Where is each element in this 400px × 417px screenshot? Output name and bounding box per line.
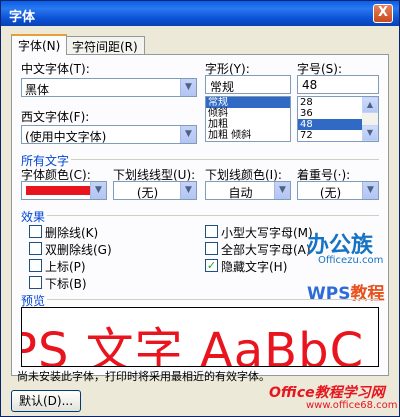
preview-box: PS 文字 AaBbC: [21, 307, 379, 367]
section-effects: 效果: [21, 210, 46, 224]
watermark-bottom-site: www.office68.com: [306, 400, 398, 411]
chinese-font-select[interactable]: 黑体 ▼: [21, 78, 197, 97]
font-missing-hint: 尚未安装此字体，打印时将采用最相近的有效字体。: [17, 370, 270, 383]
scroll-down-icon[interactable]: ▼: [362, 125, 378, 141]
list-item[interactable]: 常规: [206, 97, 290, 108]
underline-color-select[interactable]: 自动 ▼: [205, 181, 291, 200]
divider: [47, 215, 379, 216]
close-button[interactable]: X: [373, 4, 393, 23]
list-item[interactable]: 加粗 倾斜: [206, 130, 290, 141]
chevron-down-icon[interactable]: ▼: [180, 126, 196, 143]
small-caps-label[interactable]: 小型大写字母(M): [221, 224, 313, 241]
subscript-checkbox[interactable]: [29, 276, 42, 289]
subscript-label[interactable]: 下标(B): [45, 275, 87, 292]
list-item[interactable]: 倾斜: [206, 108, 290, 119]
underline-color-value: 自动: [228, 186, 253, 200]
font-style-list[interactable]: 常规 倾斜 加粗 加粗 倾斜: [205, 96, 291, 142]
double-strikethrough-label[interactable]: 双删除线(G): [45, 241, 112, 258]
underline-style-value: (无): [136, 186, 159, 200]
strikethrough-label[interactable]: 删除线(K): [45, 224, 98, 241]
title-bar: 字体 X: [1, 1, 399, 26]
font-size-input[interactable]: 48: [297, 75, 379, 94]
hidden-text-checkbox[interactable]: ✓: [205, 259, 218, 272]
watermark-bottom-title: Office教程学习网: [269, 385, 385, 401]
watermark-wps-b: 教程: [350, 284, 385, 304]
chinese-font-label: 中文字体(T):: [21, 62, 90, 76]
check-icon: ✓: [206, 259, 217, 272]
emphasis-mark-select[interactable]: (无) ▼: [297, 181, 379, 200]
superscript-checkbox[interactable]: [29, 259, 42, 272]
list-item[interactable]: 加粗: [206, 119, 290, 130]
font-size-list[interactable]: 28 36 48 72 ▲ ▼: [297, 96, 379, 142]
chevron-down-icon[interactable]: ▼: [90, 182, 106, 199]
font-size-scrollbar[interactable]: ▲ ▼: [362, 97, 378, 141]
double-strikethrough-checkbox[interactable]: [29, 242, 42, 255]
chevron-down-icon[interactable]: ▼: [362, 182, 378, 199]
divider: [47, 299, 379, 300]
dialog-title: 字体: [9, 10, 36, 25]
western-font-value: (使用中文字体): [25, 130, 107, 144]
superscript-label[interactable]: 上标(P): [45, 258, 86, 275]
chinese-font-value: 黑体: [25, 83, 50, 97]
divider: [71, 159, 379, 160]
close-icon: X: [377, 5, 389, 20]
font-style-input[interactable]: 常规: [205, 75, 291, 94]
watermark-site: Officezu.com: [318, 255, 384, 266]
preview-text: PS 文字 AaBbC: [21, 323, 365, 367]
chevron-down-icon[interactable]: ▼: [274, 182, 290, 199]
underline-style-select[interactable]: (无) ▼: [113, 181, 197, 200]
small-caps-checkbox[interactable]: [205, 225, 218, 238]
scroll-up-icon[interactable]: ▲: [362, 97, 378, 113]
tab-font[interactable]: 字体(N): [11, 34, 68, 55]
watermark-wps-a: WPS: [307, 284, 351, 304]
western-font-select[interactable]: (使用中文字体) ▼: [21, 125, 197, 144]
watermark-wps: WPS教程: [307, 279, 384, 304]
chevron-down-icon[interactable]: ▼: [180, 79, 196, 96]
chevron-down-icon[interactable]: ▼: [180, 182, 196, 199]
default-button[interactable]: 默认(D)...: [11, 390, 81, 412]
hidden-text-label[interactable]: 隐藏文字(H): [221, 258, 287, 275]
all-caps-checkbox[interactable]: [205, 242, 218, 255]
all-caps-label[interactable]: 全部大写字母(A): [221, 241, 311, 258]
font-color-select[interactable]: ▼: [21, 181, 107, 200]
tab-character-spacing[interactable]: 字符间距(R): [65, 36, 145, 54]
font-dialog: 字体 X 字体(N) 字符间距(R) 中文字体(T): 黑体 ▼ 西文字体(F)…: [0, 0, 400, 417]
western-font-label: 西文字体(F):: [21, 110, 90, 124]
emphasis-mark-value: (无): [319, 186, 342, 200]
strikethrough-checkbox[interactable]: [29, 225, 42, 238]
